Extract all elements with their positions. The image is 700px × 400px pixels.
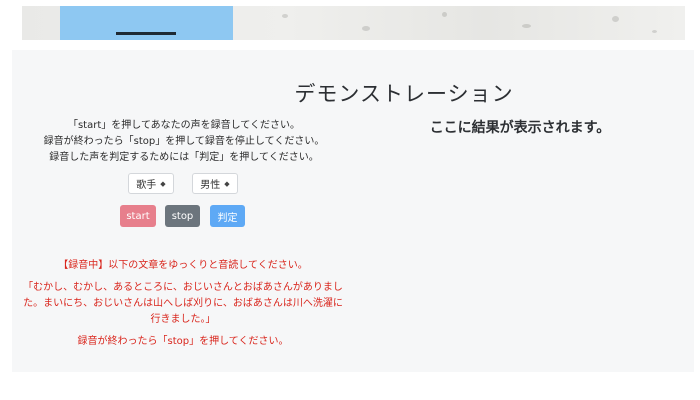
gender-select[interactable]: 男性 ◆ [192, 173, 238, 194]
end-instruction: 録音が終わったら「stop」を押してください。 [77, 336, 289, 347]
judge-button[interactable]: 判定 [210, 205, 245, 227]
gender-select-value: 男性 [200, 180, 221, 191]
reading-passage: 「むかし、むかし、あるところに、おじいさんとおばあさんがありまし た。まいにち、… [22, 280, 344, 328]
instruction-line: 録音が終わったら「stop」を押して録音を停止してください。 [43, 136, 325, 147]
passage-line: 行きました。」 [150, 314, 216, 325]
passage-line: た。まいにち、おじいさんは山へしば刈りに、おばあさんは川へ洗濯に [23, 298, 343, 309]
page: デモンストレーション 「start」を押してあなたの声を録音してください。 録音… [0, 0, 700, 400]
instructions: 「start」を押してあなたの声を録音してください。 録音が終わったら「stop… [26, 118, 342, 166]
header-banner-image [22, 6, 685, 40]
page-title: デモンストレーション [294, 82, 514, 106]
banner-blue-block [60, 6, 233, 40]
select-caret-icon: ◆ [160, 179, 166, 188]
start-button[interactable]: start [120, 205, 156, 227]
select-caret-icon: ◆ [224, 179, 230, 188]
instruction-line: 録音した声を判定するためには「判定」を押してください。 [49, 152, 319, 163]
singer-select-value: 歌手 [136, 180, 157, 191]
result-placeholder: ここに結果が表示されます。 [429, 120, 611, 136]
instruction-line: 「start」を押してあなたの声を録音してください。 [67, 120, 301, 131]
banner-underline [116, 32, 176, 35]
recording-status: 【録音中】以下の文章をゆっくりと音読してください。 [58, 260, 308, 271]
passage-line: 「むかし、むかし、あるところに、おじいさんとおばあさんがありまし [23, 282, 343, 293]
singer-select[interactable]: 歌手 ◆ [128, 173, 174, 194]
stop-button[interactable]: stop [165, 205, 200, 227]
page-title-wrap: デモンストレーション [0, 78, 700, 108]
